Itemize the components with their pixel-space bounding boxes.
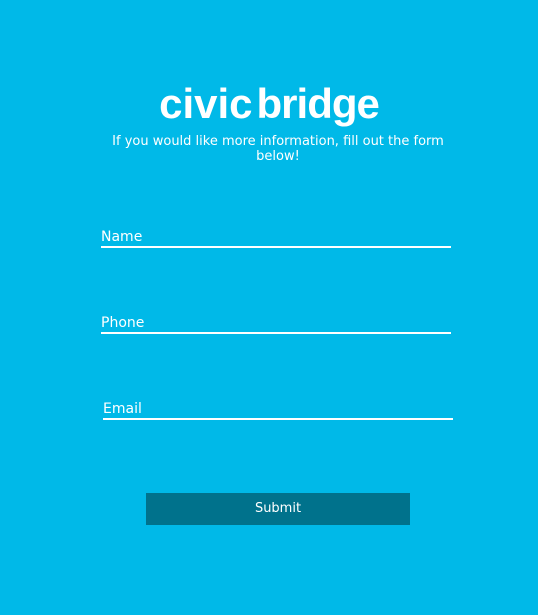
- name-field-container: [101, 224, 451, 248]
- name-input[interactable]: [101, 224, 451, 246]
- intro-text: If you would like more information, fill…: [112, 134, 444, 164]
- civicbridge-logo: civicbridge: [0, 80, 538, 128]
- phone-input[interactable]: [101, 310, 451, 332]
- logo-civic-text: civic: [159, 80, 253, 127]
- logo-bridge-text: bridge: [256, 80, 380, 127]
- phone-field-container: [101, 310, 451, 334]
- email-input[interactable]: [103, 396, 453, 418]
- submit-button[interactable]: Submit: [146, 493, 410, 525]
- email-field-container: [103, 396, 453, 420]
